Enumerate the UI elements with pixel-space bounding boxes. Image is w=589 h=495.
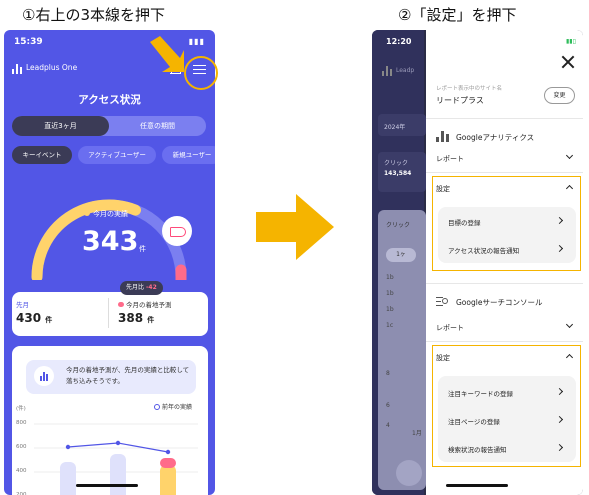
y-axis-unit: (件)	[16, 406, 26, 412]
ga-settings-item[interactable]: 設定	[436, 184, 450, 194]
bg-value: 143,584	[384, 170, 412, 177]
divider	[426, 118, 583, 119]
phone-screen-home: 15:39 ▮▮▮ Leadplus One アクセス状況 直近3ヶ月 任意の期…	[4, 30, 215, 495]
chart-icon	[34, 366, 54, 386]
bg-tick: 8	[386, 370, 390, 377]
battery-icon: ▮▮▯	[566, 38, 576, 45]
bg-chip: 1ヶ	[386, 248, 416, 262]
gsc-search-notify[interactable]: 検索状況の報告通知	[448, 444, 507, 454]
home-indicator	[446, 484, 508, 487]
bg-tick: 1b	[386, 274, 394, 281]
segment-custom-period[interactable]: 任意の期間	[109, 116, 206, 136]
point	[115, 440, 121, 446]
y-tick: 800	[16, 420, 27, 426]
step1-caption: ①右上の3本線を押下	[22, 6, 165, 24]
ga-access-notify[interactable]: アクセス状況の報告通知	[448, 245, 519, 255]
gauge-unit: 件	[139, 245, 146, 253]
gauge-value: 343	[82, 226, 139, 257]
site-caption: レポート表示中のサイト名	[436, 86, 503, 92]
bg-label: クリック	[384, 160, 409, 167]
chip-new-users[interactable]: 新規ユーザー	[162, 146, 215, 164]
y-tick: 600	[16, 444, 27, 450]
bg-tick: 1c	[386, 322, 394, 329]
period-segment: 直近3ヶ月 任意の期間	[12, 116, 206, 136]
bar-forecast	[160, 458, 176, 468]
page-title: アクセス状況	[78, 94, 141, 106]
gsc-keyword-register[interactable]: 注目キーワードの登録	[448, 388, 513, 398]
bg-date: 2024年	[384, 124, 406, 131]
last-month-label: 先月	[16, 301, 29, 309]
month-diff-badge: 先月比 -42	[120, 281, 163, 295]
summary-divider	[108, 298, 109, 328]
gsc-settings-item[interactable]: 設定	[436, 353, 450, 363]
pointer-arrow-icon	[150, 36, 184, 72]
chip-key-event[interactable]: キーイベント	[12, 146, 72, 164]
app-name: Leadplus One	[26, 63, 78, 72]
change-site-button[interactable]: 変更	[544, 87, 575, 104]
bar	[110, 454, 126, 495]
gauge-label: 今月の実績	[84, 209, 128, 219]
analytics-icon	[436, 131, 449, 142]
close-icon[interactable]	[561, 55, 575, 69]
signal-icon: ▮▮▮	[188, 37, 205, 46]
home-indicator	[76, 484, 138, 487]
gsc-section-title: Googleサーチコンソール	[456, 298, 543, 307]
bg-logo-icon	[382, 66, 392, 76]
y-tick: 400	[16, 468, 27, 474]
last-month-value: 430 件	[16, 311, 53, 325]
ga-goal-register[interactable]: 目標の登録	[448, 217, 481, 227]
status-time: 15:39	[14, 37, 43, 47]
gsc-page-register[interactable]: 注目ページの登録	[448, 416, 500, 426]
arrow-shape	[256, 194, 334, 260]
divider	[426, 283, 583, 284]
next-step-arrow-icon	[256, 194, 334, 260]
segment-last-3-months[interactable]: 直近3ヶ月	[12, 116, 109, 136]
bg-tick: 1b	[386, 306, 394, 313]
bg-fab	[396, 460, 422, 486]
forecast-value: 388 件	[118, 311, 155, 325]
point	[65, 444, 71, 450]
logo-icon	[12, 64, 22, 74]
chip-active-users[interactable]: アクティブユーザー	[78, 146, 156, 164]
bg-tick: 1b	[386, 290, 394, 297]
ga-section-title: Googleアナリティクス	[456, 133, 535, 142]
pointer-arrow-shape	[150, 36, 184, 72]
ga-report-item[interactable]: レポート	[436, 154, 464, 164]
bg-tick: 4	[386, 422, 390, 429]
site-name: リードプラス	[436, 96, 484, 105]
point	[165, 449, 171, 455]
step2-caption: ②「設定」を押下	[398, 6, 517, 24]
status-time: 12:20	[386, 37, 412, 46]
bar-current	[160, 465, 176, 495]
forecast-label: 今月の着地予測	[118, 299, 172, 309]
search-console-icon	[436, 296, 449, 307]
metric-chips: キーイベント アクティブユーザー 新規ユーザー	[12, 146, 215, 164]
megaphone-icon	[162, 216, 192, 246]
bg-app-name: Leadp	[396, 67, 415, 74]
bg-month: 1月	[412, 430, 422, 437]
bg-label: クリック	[386, 222, 411, 229]
divider	[426, 172, 583, 173]
bg-tick: 6	[386, 402, 390, 409]
gsc-report-item[interactable]: レポート	[436, 323, 464, 333]
mini-chart	[34, 423, 198, 495]
bar	[60, 462, 76, 495]
menu-highlight-circle	[184, 56, 218, 90]
divider	[426, 341, 583, 342]
forecast-tip-text: 今月の着地予測が、先月の実績と比較して落ち込みそうです。	[66, 366, 190, 385]
